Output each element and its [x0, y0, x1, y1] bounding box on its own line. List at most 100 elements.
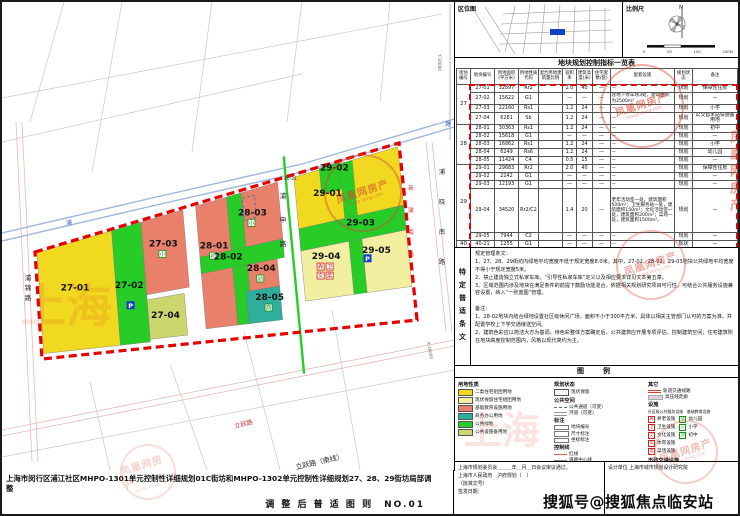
- legend-status-title: 规划状态: [554, 381, 648, 388]
- table-cell-height: 40: [577, 85, 593, 93]
- table-cell-status: 现状: [675, 240, 693, 248]
- table-header-row: 街坊编号地块编号用地面积(平方米)用地性质代码混合用地建筑量比例容积率建筑高度(…: [457, 69, 738, 85]
- parcel-label-28-01: 28-01: [200, 241, 229, 251]
- table-cell-facilities: —: [611, 132, 675, 140]
- parcel-label-28-03: 28-03: [238, 208, 267, 218]
- legend-item: 菜菜场设施: [648, 448, 675, 455]
- approval-line: 签发日期：: [458, 489, 601, 497]
- scale-ticks: 050100200M: [643, 49, 733, 54]
- line-swatch-icon: [554, 431, 569, 436]
- legend-item: 文文化设施: [648, 432, 675, 439]
- table-cell-facilities: —: [611, 180, 675, 188]
- legend-item: 尺寸标注: [554, 431, 648, 436]
- table-cell-note: —: [693, 93, 738, 105]
- table-cell-units: —: [593, 124, 611, 132]
- table-cell-status: 规划: [675, 105, 693, 113]
- table-cell-id: 28-03: [471, 140, 495, 148]
- legend-item: 红线: [554, 452, 648, 457]
- table-header-cell: 地块编号: [471, 69, 495, 85]
- table-cell-far: 1.2: [563, 105, 577, 113]
- legend-annotation-title: 标注: [554, 417, 648, 424]
- table-cell-area: 29683: [495, 164, 519, 172]
- table-cell-height: 24: [577, 124, 593, 132]
- location-minimap: [455, 2, 623, 56]
- base-street: [380, 2, 390, 102]
- parking-icon-label: P: [128, 302, 133, 310]
- plan-sheet: 27-0127-0227-03小27-0428-01初28-0228-03小28…: [0, 0, 740, 516]
- table-cell-far: —: [563, 232, 577, 240]
- scale-cell: 比例尺 N 050100200M: [623, 2, 738, 57]
- table-cell-area: 1255: [495, 240, 519, 248]
- table-row: 2727-0132897Rr22.040——规划保障性住房: [457, 85, 738, 93]
- base-street: [192, 2, 212, 152]
- base-street: [2, 74, 302, 142]
- table-cell-mix: [539, 180, 563, 188]
- road-label-left: 浦: [25, 273, 32, 282]
- block-number-cell: 40: [457, 240, 471, 248]
- table-cell-mix: [539, 113, 563, 125]
- legend-item: 商务办公用地: [458, 413, 554, 420]
- table-row: 29-022242G1————规划—: [457, 172, 738, 180]
- table-cell-mix: [539, 140, 563, 148]
- table-header-cell: 住宅套数(套): [593, 69, 611, 85]
- table-cell-note: —: [693, 172, 738, 180]
- table-cell-id: 27-03: [471, 105, 495, 113]
- table-cell-code: Sb: [519, 113, 539, 125]
- table-cell-far: 2.0: [563, 85, 577, 93]
- table-cell-area: 6249: [495, 148, 519, 156]
- line-swatch-icon: [554, 425, 569, 430]
- table-cell-code: G1: [519, 172, 539, 180]
- road-label-left: 锦: [25, 283, 32, 292]
- table-cell-mix: [539, 232, 563, 240]
- facility-icon: 体: [648, 440, 655, 447]
- base-street: [2, 370, 454, 457]
- table-cell-far: —: [563, 180, 577, 188]
- indicator-table-section: 地块规划控制指标一览表 街坊编号地块编号用地面积(平方米)用地性质代码混合用地建…: [455, 58, 738, 248]
- base-street: [90, 382, 110, 470]
- base-street: [287, 2, 302, 122]
- table-cell-note: 幼儿园: [693, 148, 738, 156]
- legend-item: 初初中: [679, 432, 702, 439]
- table-cell-mix: [539, 240, 563, 248]
- table-cell-far: —: [563, 172, 577, 180]
- road-label-bottom-red: 立跃路: [234, 418, 255, 430]
- notes-side-label: 特定普适条文: [455, 248, 471, 365]
- table-header-cell: 混合用地建筑量比例: [539, 69, 563, 85]
- scale-tick: 0: [643, 49, 645, 54]
- table-cell-far: 1.2: [563, 113, 577, 125]
- line-swatch-icon: [648, 390, 661, 394]
- table-cell-facilities: —: [611, 85, 675, 93]
- table-cell-code: Rr2/C2: [519, 188, 539, 232]
- scale-tick: 50: [667, 49, 672, 54]
- table-cell-facilities: —: [611, 140, 675, 148]
- parcel-label-27-01: 27-01: [61, 283, 90, 293]
- table-cell-code: G1: [519, 132, 539, 140]
- road-label-center: 浦: [280, 191, 287, 200]
- facility-icon: 卫: [648, 424, 655, 431]
- table-cell-status: 规划: [675, 156, 693, 164]
- table-cell-code: C4: [519, 156, 539, 164]
- table-cell-units: —: [593, 140, 611, 148]
- facility-icon-char: 文: [318, 272, 324, 280]
- table-cell-id: 29-03: [471, 180, 495, 188]
- legend-item: 地块编号: [554, 425, 648, 430]
- legend-item: 二类住宅组团用地: [458, 389, 554, 396]
- table-cell-note: —: [693, 180, 738, 188]
- table-cell-units: —: [593, 93, 611, 105]
- median-parcel-label: 40-21: [284, 176, 297, 182]
- table-cell-status: 规划: [675, 180, 693, 188]
- table-cell-area: 7944: [495, 232, 519, 240]
- table-row: 29-057944C2————规划—: [457, 232, 738, 240]
- table-cell-code: Rr2: [519, 164, 539, 172]
- facility-icon: 菜: [648, 448, 655, 455]
- parcel-28-05: [246, 286, 283, 324]
- road-label-right: 南: [439, 228, 445, 236]
- table-cell-note: 小学: [693, 140, 738, 148]
- base-street: [92, 2, 122, 172]
- table-cell-code: Rs6: [519, 148, 539, 156]
- facility-icon: 小: [679, 424, 686, 431]
- location-scale-row: 区位图 比例尺 N: [455, 2, 738, 58]
- table-cell-height: 40: [577, 164, 593, 172]
- parcel-label-27-04: 27-04: [151, 311, 180, 321]
- legend-middle-column: 规划状态 现状保留 公共空间 公共通道（可变）河道（可变） 标注 地块编号尺寸标…: [554, 380, 648, 473]
